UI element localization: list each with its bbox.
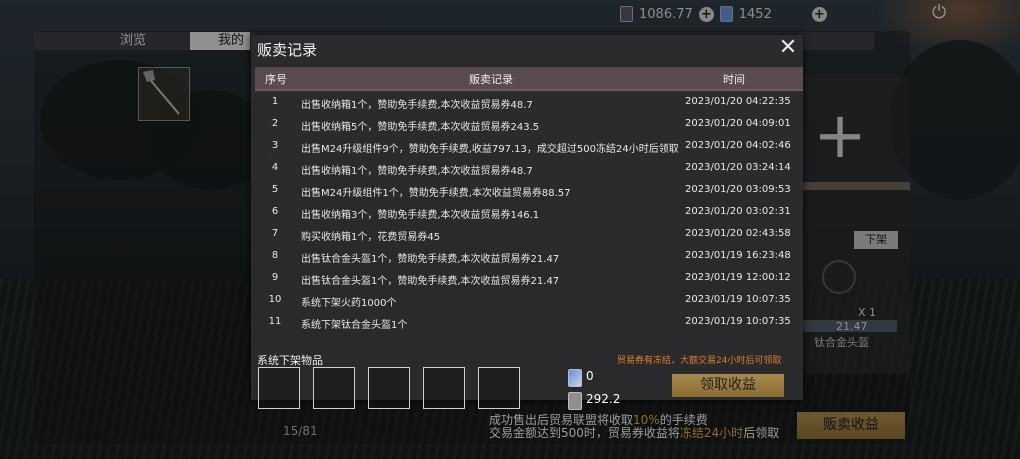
row-record: 出售收纳箱3个，赞助免手续费,本次收益贸易券146.1 — [301, 210, 540, 221]
table-row: 2 出售收纳箱5个，赞助免手续费,本次收益贸易券243.5 2023/01/20 0… — [255, 113, 803, 135]
sales-record-modal: 贩卖记录 ✕ 序号 贩卖记录 时间 1 出售收纳箱1个，赞助免手续费,本次收益贸易… — [251, 35, 803, 410]
removed-item-slot[interactable] — [423, 367, 465, 409]
column-time: 时间 — [723, 73, 745, 86]
record-list[interactable]: 1 出售收纳箱1个，赞助免手续费,本次收益贸易券48.7 2023/01/20 04… — [255, 91, 803, 345]
row-time: 2023/01/19 16:23:48 — [685, 250, 791, 261]
row-index: 6 — [271, 206, 279, 217]
row-time: 2023/01/19 10:07:35 — [685, 294, 791, 305]
row-record: 出售M24升级组件9个，赞助免手续费,收益797.13，成交超过500冻结24小… — [301, 144, 679, 155]
row-time: 2023/01/20 03:24:14 — [685, 162, 791, 173]
removed-item-slot[interactable] — [478, 367, 520, 409]
row-record: 出售收纳箱1个，赞助免手续费,本次收益贸易券48.7 — [301, 166, 533, 177]
removed-item-slot[interactable] — [313, 367, 355, 409]
row-record: 出售钛合金头盔1个，赞助免手续费,本次收益贸易券21.47 — [301, 254, 560, 265]
row-index: 8 — [271, 250, 279, 261]
row-index: 2 — [271, 118, 279, 129]
table-row: 3 出售M24升级组件9个，赞助免手续费,收益797.13，成交超过500冻结24… — [255, 135, 803, 157]
row-record: 购买收纳箱1个，花费贸易券45 — [301, 232, 441, 243]
removed-item-slot[interactable] — [258, 367, 300, 409]
coin-icon — [568, 392, 582, 410]
claim-income-button[interactable]: 领取收益 — [672, 374, 784, 397]
column-record: 贩卖记录 — [469, 73, 513, 86]
row-time: 2023/01/20 02:43:58 — [685, 228, 791, 239]
row-index: 3 — [271, 140, 279, 151]
table-header: 序号 贩卖记录 时间 — [255, 67, 803, 91]
row-record: 系统下架钛合金头盔1个 — [301, 320, 408, 331]
table-row: 8 出售钛合金头盔1个，赞助免手续费,本次收益贸易券21.47 2023/01/19… — [255, 245, 803, 267]
modal-footer: 系统下架物品 贸易券有冻结，大额交易24小时后可领取 0 292.2 领取收益 — [251, 352, 803, 410]
row-time: 2023/01/20 04:09:01 — [685, 118, 791, 129]
ticket-value: 0 — [586, 369, 594, 383]
row-record: 出售收纳箱5个，赞助免手续费,本次收益贸易券243.5 — [301, 122, 540, 133]
row-index: 4 — [271, 162, 279, 173]
row-index: 7 — [271, 228, 279, 239]
row-time: 2023/01/19 12:00:12 — [685, 272, 791, 283]
row-index: 10 — [268, 294, 282, 305]
row-index: 11 — [268, 316, 282, 327]
row-record: 系统下架火药1000个 — [301, 298, 397, 309]
table-row: 1 出售收纳箱1个，赞助免手续费,本次收益贸易券48.7 2023/01/20 04… — [255, 91, 803, 113]
row-index: 1 — [271, 96, 279, 107]
row-time: 2023/01/20 04:02:46 — [685, 140, 791, 151]
modal-title: 贩卖记录 — [257, 41, 318, 59]
row-record: 出售M24升级组件1个，赞助免手续费,本次收益贸易券88.57 — [301, 188, 571, 199]
close-icon[interactable]: ✕ — [777, 37, 799, 59]
row-index: 5 — [271, 184, 279, 195]
ticket-icon — [568, 369, 582, 387]
table-row: 4 出售收纳箱1个，赞助免手续费,本次收益贸易券48.7 2023/01/20 03… — [255, 157, 803, 179]
column-index: 序号 — [265, 73, 287, 86]
system-removed-label: 系统下架物品 — [257, 354, 323, 367]
table-row: 6 出售收纳箱3个，赞助免手续费,本次收益贸易券146.1 2023/01/20 0… — [255, 201, 803, 223]
freeze-notice: 贸易券有冻结，大额交易24小时后可领取 — [617, 356, 782, 366]
table-row: 10 系统下架火药1000个 2023/01/19 10:07:35 — [255, 289, 803, 311]
coin-value: 292.2 — [586, 392, 621, 406]
table-row: 9 出售钛合金头盔1个，赞助免手续费,本次收益贸易券21.47 2023/01/19… — [255, 267, 803, 289]
table-row: 11 系统下架钛合金头盔1个 2023/01/19 10:07:35 — [255, 311, 803, 333]
row-index: 9 — [271, 272, 279, 283]
row-time: 2023/01/20 03:09:53 — [685, 184, 791, 195]
row-time: 2023/01/19 10:07:35 — [685, 316, 791, 327]
row-time: 2023/01/20 03:02:31 — [685, 206, 791, 217]
table-row: 7 购买收纳箱1个，花费贸易券45 2023/01/20 02:43:58 — [255, 223, 803, 245]
row-record: 出售钛合金头盔1个，赞助免手续费,本次收益贸易券21.47 — [301, 276, 560, 287]
table-row: 5 出售M24升级组件1个，赞助免手续费,本次收益贸易券88.57 2023/01/… — [255, 179, 803, 201]
removed-item-slot[interactable] — [368, 367, 410, 409]
row-time: 2023/01/20 04:22:35 — [685, 96, 791, 107]
row-record: 出售收纳箱1个，赞助免手续费,本次收益贸易券48.7 — [301, 100, 533, 111]
